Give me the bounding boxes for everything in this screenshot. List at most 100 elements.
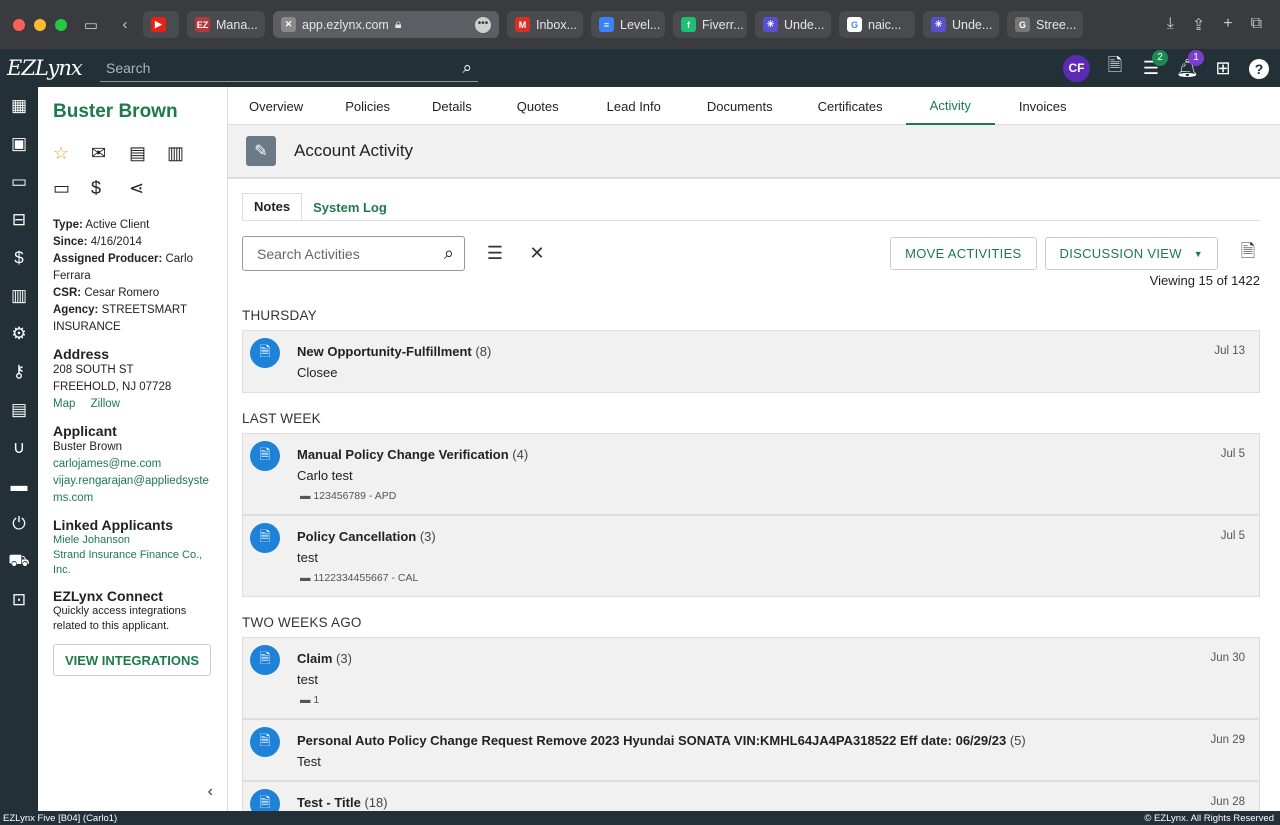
close-window-button[interactable] [13,18,25,31]
download-icon[interactable]: ⤓ [1167,15,1174,35]
browser-tab[interactable]: G Stree... [1007,11,1083,38]
browser-tab[interactable]: ≡ Level... [591,11,665,38]
workflow-icon[interactable]: ⊟ [0,201,38,239]
tab-activity[interactable]: Activity [905,87,995,125]
sidebar-icon[interactable]: ▭ [81,16,101,34]
address-bar[interactable]: app.ezlynx.com [302,18,389,32]
site-favicon-icon: G [1015,17,1030,32]
tasks-icon[interactable]: ☰ 2 [1140,49,1168,79]
email-link[interactable]: carlojames@me.com [53,456,227,473]
chevron-down-icon: ▼ [1193,248,1203,259]
id-card-icon[interactable]: ▭ [53,178,91,199]
browser-tab[interactable]: G naic... [839,11,915,38]
document-icon: 🗎︎ [250,727,280,757]
magnet-icon[interactable]: ∪ [0,429,38,467]
zillow-link[interactable]: Zillow [91,398,120,410]
page-favicon-icon: ✕ [281,17,296,32]
document-icon: 🗎︎ [250,338,280,368]
tab-overview-icon[interactable]: ⧉ [1251,15,1262,35]
linked-applicant-link[interactable]: Miele Johanson [53,533,227,548]
folder-icon[interactable]: ▭ [0,163,38,201]
help-icon[interactable]: ? [1248,58,1270,79]
briefcase-icon[interactable]: ▬ [0,467,38,505]
global-search-input[interactable]: Search ⌕ [100,54,478,82]
activity-item[interactable]: 🗎︎ Test - Title (18) Jun 28 [242,781,1260,819]
email-link[interactable]: vijay.rengarajan@appliedsystems.com [53,473,211,507]
tab-documents[interactable]: Documents [685,87,795,125]
billing-icon[interactable]: $ [0,239,38,277]
logo[interactable]: EZLynx [7,56,87,80]
client-panel: Buster Brown ☆ ✉ ▤ ▥ ▭ $ ⋖ Type: Active … [38,87,228,811]
activity-item[interactable]: 🗎︎ Personal Auto Policy Change Request R… [242,719,1260,781]
invoice-icon[interactable]: $ [91,178,129,199]
contacts-icon[interactable]: ▣ [0,125,38,163]
discussion-view-dropdown[interactable]: DISCUSSION VIEW ▼ [1044,237,1218,270]
filter-icon[interactable]: ☰ [483,243,507,264]
star-icon[interactable]: ☆ [53,143,91,164]
search-activities-input[interactable]: Search Activities ⌕ [242,236,465,271]
settings-icon[interactable]: ⚙ [0,315,38,353]
tab-quotes[interactable]: Quotes [493,87,583,125]
document-icon: 🗎︎ [250,645,280,675]
dashboard-icon[interactable]: ▦ [0,87,38,125]
close-icon[interactable]: ✕ [525,243,549,264]
browser-tab-active[interactable]: ✕ app.ezlynx.com 🔒︎ ••• [273,11,499,38]
activity-item[interactable]: 🗎︎ Policy Cancellation (3) Jul 5 test ▬ … [242,515,1260,597]
contact-card-icon[interactable]: ▥ [167,143,205,164]
activity-item[interactable]: 🗎︎ Manual Policy Change Verification (4)… [242,433,1260,515]
client-name: Buster Brown [53,101,178,122]
address-heading: Address [53,346,110,362]
browser-tab[interactable]: ✳ Unde... [755,11,831,38]
browser-tab[interactable]: f Fiverr... [673,11,747,38]
fiverr-icon: f [681,17,696,32]
map-link[interactable]: Map [53,398,75,410]
plug-icon[interactable]: ⏻ [0,505,38,543]
activity-item[interactable]: 🗎︎ New Opportunity-Fulfillment (8) Jul 1… [242,330,1260,393]
minimize-window-button[interactable] [34,18,46,31]
tab-policies[interactable]: Policies [324,87,411,125]
tab-notes[interactable]: Notes [242,193,303,221]
message-icon[interactable]: ▤ [129,143,167,164]
linked-applicants-heading: Linked Applicants [53,517,174,533]
avatar[interactable]: CF [1063,54,1090,82]
share-icon[interactable]: ⋖ [129,178,167,199]
new-tab-icon[interactable]: + [1223,15,1232,35]
tasks-badge: 2 [1152,49,1168,66]
more-icon[interactable]: ••• [475,16,491,33]
docs-icon: ≡ [599,17,614,32]
left-rail: ▦ ▣ ▭ ⊟ $ ▥ ⚙ ⚷ ▤ ∪ ▬ ⏻ ⛟ ⊡ [0,87,38,811]
key-icon[interactable]: ⚷ [0,353,38,391]
org-chart-icon[interactable]: ⊞ [1212,58,1234,79]
search-icon[interactable]: ⌕ [462,58,472,78]
back-icon[interactable]: ‹ [115,16,135,33]
cart-icon[interactable]: ⛟ [0,543,38,581]
search-icon[interactable]: ⌕ [444,243,454,264]
activity-item[interactable]: 🗎︎ Claim (3) Jun 30 test ▬ 1 [242,637,1260,719]
add-note-icon[interactable]: 🗎︎ [1236,239,1260,269]
toolbox-icon[interactable]: ⊡ [0,581,38,619]
email-icon[interactable]: ✉ [91,143,129,164]
tab-certificates[interactable]: Certificates [795,87,906,125]
ezlynx-favicon-icon: EZ [195,17,210,32]
book-icon[interactable]: ▤ [0,391,38,429]
move-activities-button[interactable]: MOVE ACTIVITIES [890,237,1037,270]
browser-tab[interactable]: EZ Mana... [187,11,265,38]
collapse-panel-icon[interactable]: ‹ [208,783,213,801]
view-integrations-button[interactable]: VIEW INTEGRATIONS [53,644,211,676]
linked-applicant-link[interactable]: Strand Insurance Finance Co., Inc. [53,548,213,578]
share-icon[interactable]: ⇪ [1192,15,1205,35]
tab-overview[interactable]: Overview [228,87,324,125]
reports-icon[interactable]: ▥ [0,277,38,315]
browser-tab[interactable]: ✳ Unde... [923,11,999,38]
new-document-icon[interactable]: 🗎︎ [1104,53,1126,83]
tab-details[interactable]: Details [411,87,493,125]
browser-tab[interactable]: M Inbox... [507,11,583,38]
tab-invoices[interactable]: Invoices [995,87,1091,125]
page-title: Account Activity [294,141,414,160]
folder-icon: ▬ [300,694,311,706]
tab-lead-info[interactable]: Lead Info [583,87,685,125]
tab-system-log[interactable]: System Log [302,193,398,221]
browser-tab[interactable]: ▶ [143,11,179,38]
zoom-window-button[interactable] [55,18,67,31]
bell-icon[interactable]: 🔔︎ 1 [1176,49,1204,79]
